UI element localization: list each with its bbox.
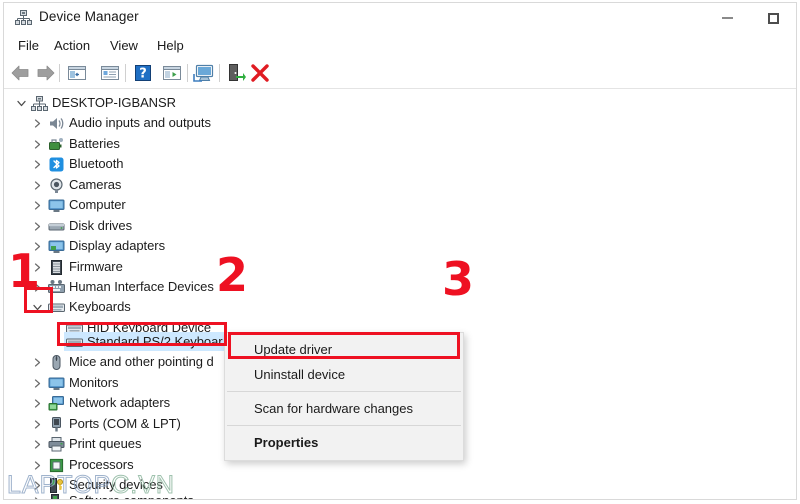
chevron-right-icon[interactable] bbox=[29, 113, 45, 134]
speaker-icon bbox=[48, 115, 65, 132]
tree-row-audio-inputs-and-outputs[interactable]: Audio inputs and outputs bbox=[4, 113, 796, 134]
context-menu-item-uninstall-device[interactable]: Uninstall device bbox=[225, 362, 463, 387]
tree-label-keyboards: Keyboards bbox=[69, 299, 131, 314]
minimize-icon bbox=[721, 17, 733, 19]
tree-row-cameras[interactable]: Cameras bbox=[4, 175, 796, 196]
tree-row-firmware[interactable]: Firmware bbox=[4, 257, 796, 278]
context-menu-item-scan-for-hardware-changes[interactable]: Scan for hardware changes bbox=[225, 396, 463, 421]
chevron-right-icon[interactable] bbox=[29, 216, 45, 237]
menu-help[interactable]: Help bbox=[151, 36, 190, 55]
chevron-right-icon[interactable] bbox=[29, 134, 45, 155]
bluetooth-icon bbox=[48, 156, 65, 173]
window-controls bbox=[704, 3, 796, 33]
device-manager-icon bbox=[15, 10, 32, 26]
annotation-number-2: 2 bbox=[216, 248, 248, 302]
chevron-right-icon[interactable] bbox=[29, 154, 45, 175]
annotation-number-1: 1 bbox=[8, 244, 40, 298]
port-icon bbox=[48, 416, 65, 433]
chevron-right-icon[interactable] bbox=[29, 393, 45, 414]
chevron-right-icon[interactable] bbox=[29, 434, 45, 455]
tree-label-firmware: Firmware bbox=[69, 259, 123, 274]
chevron-right-icon[interactable] bbox=[29, 175, 45, 196]
tree-label-ports: Ports (COM & LPT) bbox=[69, 416, 181, 431]
tree-row-bluetooth[interactable]: Bluetooth bbox=[4, 154, 796, 175]
show-hide-console-tree-icon[interactable] bbox=[66, 62, 88, 84]
tree-label-batteries: Batteries bbox=[69, 136, 120, 151]
tree-row-human-interface-devices[interactable]: Human Interface Devices bbox=[4, 277, 796, 298]
forward-arrow-icon[interactable] bbox=[34, 62, 56, 84]
tree-row-disk-drives[interactable]: Disk drives bbox=[4, 216, 796, 237]
scan-for-hardware-changes-icon[interactable] bbox=[192, 62, 214, 84]
maximize-button[interactable] bbox=[750, 3, 796, 33]
tree-row-display-adapters[interactable]: Display adapters bbox=[4, 236, 796, 257]
device-manager-window: Device Manager File Action View Help ? D… bbox=[3, 2, 797, 500]
battery-icon bbox=[48, 136, 65, 153]
tree-label-network-adapters: Network adapters bbox=[69, 395, 171, 410]
tree-label-root: DESKTOP-IGBANSR bbox=[52, 95, 176, 110]
tree-label-print-queues: Print queues bbox=[69, 436, 142, 451]
annotation-box-update-driver bbox=[228, 332, 460, 359]
minimize-button[interactable] bbox=[704, 3, 750, 33]
chevron-right-icon[interactable] bbox=[29, 373, 45, 394]
toolbar-separator-1 bbox=[59, 64, 60, 82]
tree-label-display-adapters: Display adapters bbox=[69, 238, 166, 253]
display-adapter-icon bbox=[48, 238, 65, 255]
annotation-number-3: 3 bbox=[442, 252, 474, 306]
watermark-main: LAPTOP bbox=[6, 471, 112, 500]
annotation-box-selected-device bbox=[57, 322, 227, 346]
tree-row-root[interactable]: DESKTOP-IGBANSR bbox=[4, 93, 796, 114]
mouse-icon bbox=[48, 354, 65, 371]
context-menu-separator-2 bbox=[227, 425, 461, 426]
device-manager-screenshot: Device Manager File Action View Help ? D… bbox=[0, 0, 800, 504]
tree-label-monitors: Monitors bbox=[69, 375, 119, 390]
maximize-icon bbox=[767, 12, 779, 24]
firmware-icon bbox=[48, 259, 65, 276]
back-arrow-icon[interactable] bbox=[10, 62, 32, 84]
tree-label-disk-drives: Disk drives bbox=[69, 218, 133, 233]
monitor-icon bbox=[48, 375, 65, 392]
update-driver-icon[interactable] bbox=[161, 62, 183, 84]
chevron-down-icon[interactable] bbox=[13, 93, 29, 114]
disk-drive-icon bbox=[48, 218, 65, 235]
tree-row-computer[interactable]: Computer bbox=[4, 195, 796, 216]
tree-label-processors: Processors bbox=[69, 457, 134, 472]
chevron-right-icon[interactable] bbox=[29, 195, 45, 216]
tree-label-audio: Audio inputs and outputs bbox=[69, 115, 211, 130]
tree-label-bluetooth: Bluetooth bbox=[69, 156, 124, 171]
menu-action[interactable]: Action bbox=[48, 36, 96, 55]
network-adapter-icon bbox=[48, 395, 65, 412]
window-title: Device Manager bbox=[39, 9, 139, 24]
toolbar-separator-3 bbox=[187, 64, 188, 82]
printer-icon bbox=[48, 436, 65, 453]
help-icon[interactable]: ? bbox=[132, 62, 154, 84]
tree-label-human-interface-devices: Human Interface Devices bbox=[69, 279, 214, 294]
tree-label-mice: Mice and other pointing d bbox=[69, 354, 214, 369]
chevron-right-icon[interactable] bbox=[29, 352, 45, 373]
watermark-accent: C.VN bbox=[111, 471, 175, 500]
tree-label-cameras: Cameras bbox=[69, 177, 122, 192]
context-menu-item-properties[interactable]: Properties bbox=[225, 430, 463, 455]
tree-row-batteries[interactable]: Batteries bbox=[4, 134, 796, 155]
tree-row-keyboards[interactable]: Keyboards bbox=[4, 297, 796, 318]
uninstall-device-icon[interactable] bbox=[249, 62, 271, 84]
context-menu-separator-1 bbox=[227, 391, 461, 392]
menu-view[interactable]: View bbox=[104, 36, 144, 55]
toolbar: ? bbox=[4, 58, 796, 89]
camera-icon bbox=[48, 177, 65, 194]
toolbar-separator-4 bbox=[219, 64, 220, 82]
tree-label-computer: Computer bbox=[69, 197, 126, 212]
enable-device-icon[interactable] bbox=[225, 62, 247, 84]
computer-root-icon bbox=[31, 95, 48, 112]
monitor-icon bbox=[48, 197, 65, 214]
watermark: LAPTOPC.VN bbox=[6, 471, 175, 500]
properties-icon[interactable] bbox=[99, 62, 121, 84]
chevron-right-icon[interactable] bbox=[29, 414, 45, 435]
toolbar-separator-2 bbox=[125, 64, 126, 82]
title-bar: Device Manager bbox=[4, 3, 796, 33]
menu-file[interactable]: File bbox=[12, 36, 45, 55]
menu-bar: File Action View Help bbox=[4, 33, 796, 58]
svg-text:?: ? bbox=[139, 67, 147, 82]
